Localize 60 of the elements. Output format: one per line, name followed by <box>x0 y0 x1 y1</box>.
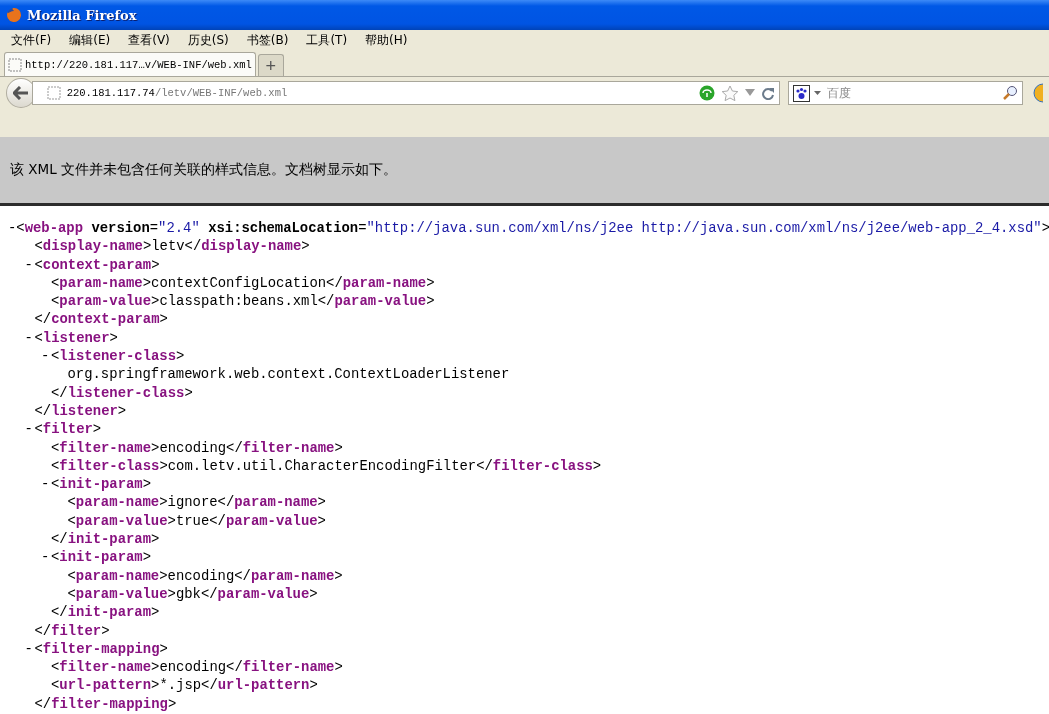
xml-line: </listener-class> <box>51 383 193 402</box>
paw-icon[interactable] <box>792 84 810 102</box>
xml-line: <context-param> <box>34 255 160 274</box>
reload-icon[interactable] <box>760 86 775 100</box>
xml-line: <init-param> <box>51 548 152 567</box>
xml-line: <param-name>contextConfigLocation</param-name> <box>51 273 435 293</box>
menu-item[interactable]: 历史(S) <box>180 31 236 49</box>
menu-item[interactable]: 帮助(H) <box>358 31 415 49</box>
xml-line: </listener> <box>34 401 127 421</box>
xml-line: <filter-class>com.letv.util.CharacterEncodingFilter</filter-class> <box>51 456 602 476</box>
page-icon <box>8 57 22 72</box>
xml-line: </filter-mapping> <box>34 694 177 713</box>
xml-line: </context-param> <box>34 310 168 329</box>
collapse-toggle[interactable]: - <box>24 420 35 439</box>
menu-item[interactable]: 工具(T) <box>299 31 355 49</box>
new-tab-button[interactable]: + <box>257 54 284 76</box>
collapse-toggle[interactable]: - <box>24 255 35 274</box>
collapse-toggle[interactable]: - <box>8 219 17 238</box>
xml-line: </filter> <box>34 621 110 640</box>
xml-text: org.springframework.web.context.ContextLoaderListener <box>67 365 510 384</box>
menu-item[interactable]: 编辑(E) <box>62 31 118 49</box>
back-arrow-icon <box>12 86 29 100</box>
xml-line: <param-value>gbk</param-value> <box>67 584 318 604</box>
search-field[interactable]: 百度 <box>787 81 1024 105</box>
browser-tab[interactable]: http://220.181.117…v/WEB-INF/web.xml <box>4 52 256 76</box>
xml-line: <display-name>letv</display-name> <box>34 237 310 256</box>
collapse-toggle[interactable]: - <box>24 639 35 659</box>
star-icon[interactable] <box>720 84 739 102</box>
collapse-toggle[interactable]: - <box>41 475 51 494</box>
xml-line: <url-pattern>*.jsp</url-pattern> <box>51 676 318 695</box>
xml-line: <param-value>classpath:beans.xml</param-value> <box>51 292 435 311</box>
xml-line: <param-name>ignore</param-name> <box>67 493 326 512</box>
menu-item[interactable]: 书签(B) <box>239 31 296 49</box>
collapse-toggle[interactable]: - <box>24 328 35 348</box>
site-icon[interactable] <box>698 85 715 101</box>
menu-item[interactable]: 文件(F) <box>4 31 59 49</box>
xml-line: <filter-name>encoding</filter-name> <box>51 438 343 457</box>
info-message: 该 XML 文件并未包含任何关联的样式信息。文档树显示如下。 <box>10 161 397 179</box>
dropdown-icon[interactable] <box>744 89 755 97</box>
firefox-logo-icon <box>6 7 22 23</box>
xml-line: <filter> <box>34 420 102 439</box>
toolbar-icon[interactable] <box>1031 83 1043 103</box>
tab-title: http://220.181.117…v/WEB-INF/web.xml <box>25 58 252 71</box>
xml-line: <init-param> <box>51 475 152 494</box>
search-icon[interactable] <box>1002 85 1019 101</box>
xml-line: <listener> <box>34 328 118 348</box>
collapse-toggle[interactable]: - <box>41 347 51 366</box>
xml-line: <param-name>encoding</param-name> <box>67 566 343 585</box>
xml-line: <filter-name>encoding</filter-name> <box>51 658 343 677</box>
collapse-toggle[interactable]: - <box>41 548 51 567</box>
window-title: Mozilla Firefox <box>27 7 137 23</box>
xml-line: <listener-class> <box>51 347 185 366</box>
xml-line: <filter-mapping> <box>34 639 168 659</box>
page-icon <box>46 86 61 100</box>
xml-line: <web-app version="2.4" xsi:schemaLocation="http://java.sun.com/xml/ns/j2ee http://java.sun.com/xml/ns/j2ee/web-app_2_4.xsd"> <box>16 219 1049 238</box>
xml-line: </init-param> <box>51 603 160 622</box>
xml-line: </init-param> <box>51 530 160 549</box>
menu-item[interactable]: 查看(V) <box>121 31 177 49</box>
dropdown-icon[interactable] <box>813 90 821 96</box>
xml-line: <param-value>true</param-value> <box>67 511 326 531</box>
